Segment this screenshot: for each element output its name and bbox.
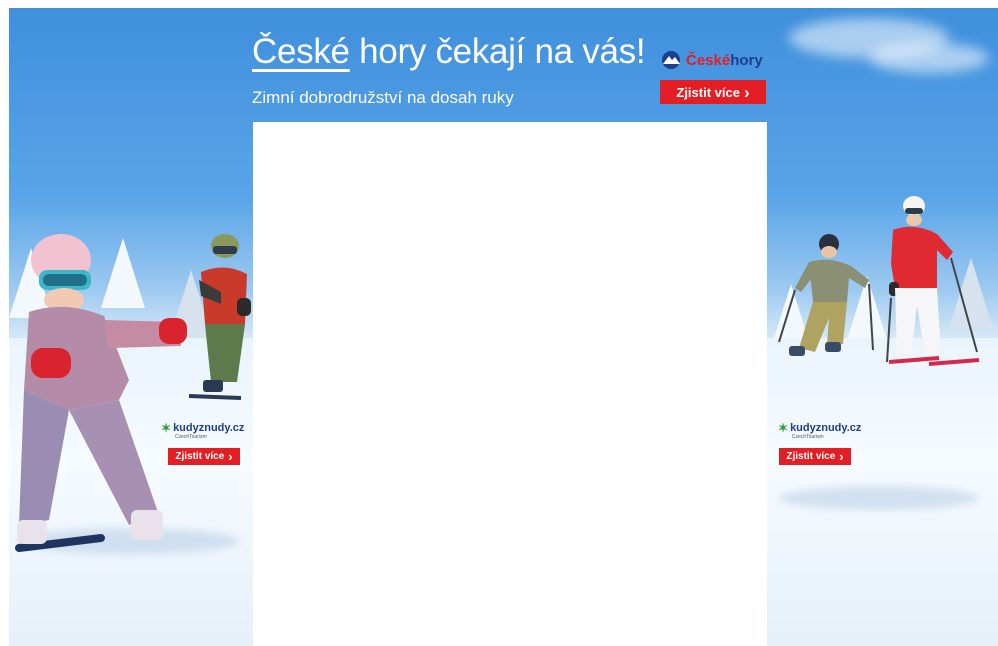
star-icon: ✶	[161, 421, 172, 435]
child-skier-pink	[15, 234, 187, 552]
cta-button-right[interactable]: Zjistit více ›	[779, 448, 851, 465]
kudyznudy-text: kudyznudy.cz	[173, 422, 245, 434]
chevron-right-icon: ›	[839, 449, 844, 464]
cloud	[869, 43, 989, 73]
headline: České hory čekají na vás!	[252, 32, 646, 72]
ski-advertisement-banner[interactable]: České hory čekají na vás! Zimní dobrodru…	[9, 8, 998, 646]
star-icon: ✶	[778, 421, 789, 435]
chevron-right-icon: ›	[743, 82, 750, 102]
logo-text-ceske: České	[686, 51, 731, 69]
kudyznudy-logo-right[interactable]: ✶ kudyznudy.cz CzechTourism	[778, 421, 861, 440]
cta-label: Zjistit více	[676, 84, 740, 100]
man-skier-olive	[778, 234, 874, 356]
czechtourism-text: CzechTourism	[792, 434, 824, 440]
cta-label: Zjistit více	[175, 451, 225, 462]
page-content-area	[253, 122, 767, 646]
kudyznudy-text: kudyznudy.cz	[790, 422, 862, 434]
cta-button-top[interactable]: Zjistit více ›	[660, 80, 766, 104]
headline-underlined-word: České	[252, 32, 350, 71]
woman-skier-red	[886, 196, 980, 366]
boy-skier-green	[188, 234, 251, 400]
snow-shadow	[779, 486, 979, 510]
mountain-logo-icon	[662, 51, 680, 69]
subheadline: Zimní dobrodružství na dosah ruky	[252, 88, 514, 107]
kudyznudy-logo-left[interactable]: ✶ kudyznudy.cz CzechTourism	[161, 421, 244, 440]
headline-rest: hory čekají na vás!	[349, 32, 646, 71]
ceske-hory-logo[interactable]: České hory	[660, 49, 763, 71]
cta-label: Zjistit více	[786, 451, 836, 462]
chevron-right-icon: ›	[228, 449, 233, 464]
czechtourism-text: CzechTourism	[175, 434, 207, 440]
cta-button-left[interactable]: Zjistit více ›	[168, 448, 240, 465]
logo-text-hory: hory	[730, 51, 763, 69]
